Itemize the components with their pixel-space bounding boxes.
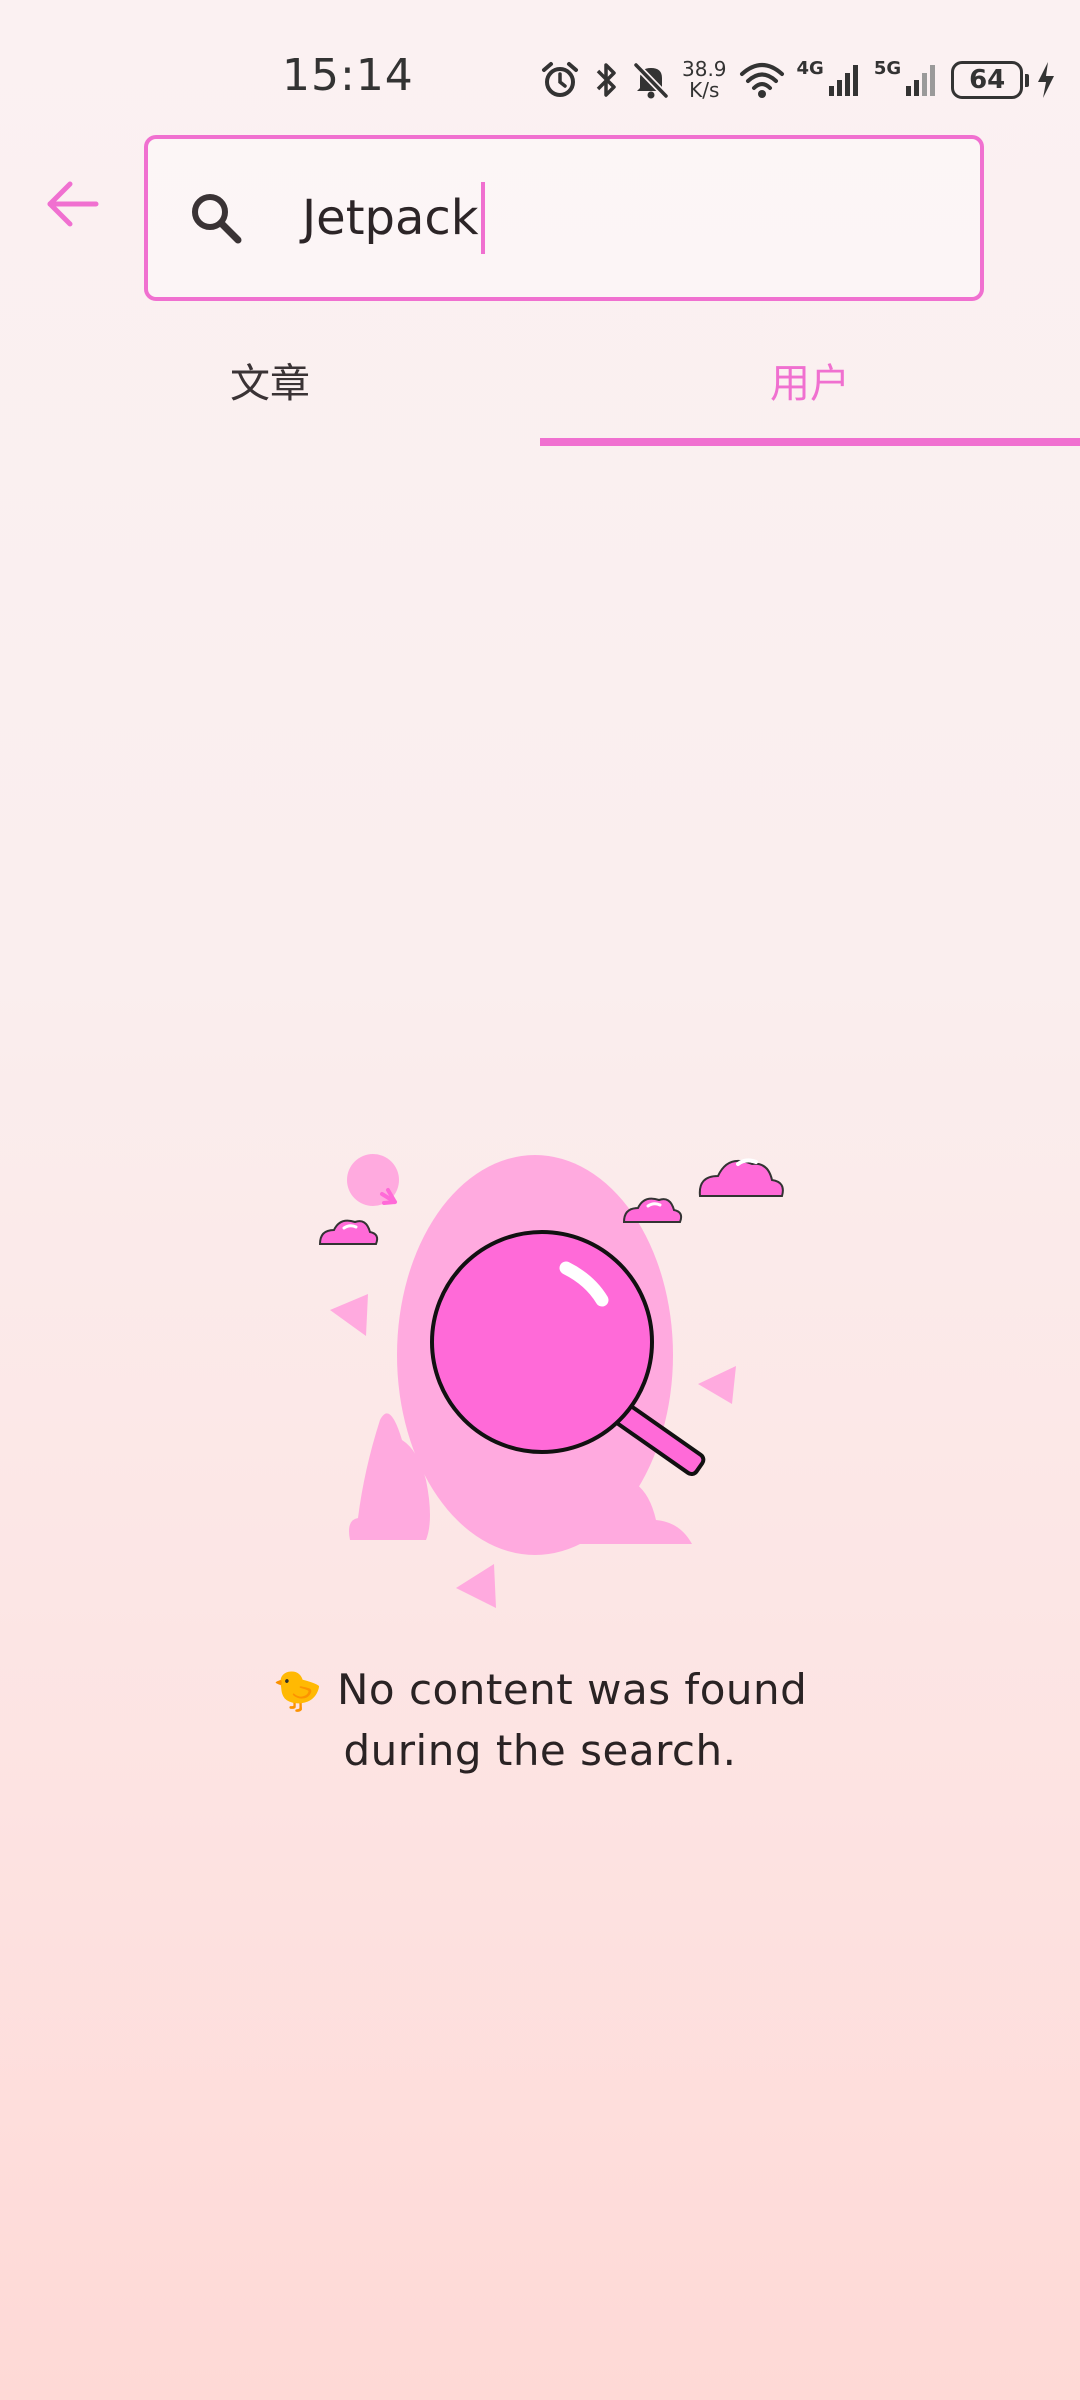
- battery-level: 64: [969, 65, 1006, 95]
- triangle-bottom: [456, 1564, 496, 1608]
- signal-5g-icon: [905, 62, 939, 98]
- cloud-left-icon: [318, 1219, 379, 1245]
- empty-message-line1: 🐤 No content was found: [190, 1660, 890, 1721]
- charging-icon: [1035, 60, 1057, 100]
- bluetooth-icon: [592, 60, 620, 100]
- wifi-icon: [739, 60, 785, 100]
- text-cursor: [480, 182, 485, 254]
- triangle-left: [330, 1294, 368, 1336]
- network-speed-value: 38.9: [682, 57, 727, 81]
- empty-message-text1: No content was found: [336, 1665, 808, 1714]
- signal-4g-icon: [828, 62, 862, 98]
- network-speed-unit: K/s: [689, 78, 720, 102]
- search-icon: [186, 188, 246, 248]
- alarm-icon: [540, 60, 580, 100]
- empty-state-message: 🐤 No content was found during the search.: [190, 1660, 890, 1781]
- status-icons: 38.9 K/s 4G 5G 64: [540, 54, 1057, 106]
- tab-users[interactable]: 用户: [540, 320, 1080, 440]
- tab-indicator: [540, 438, 1080, 446]
- status-bar: 15:14 38.9 K/s 4G 5G 64: [0, 0, 1080, 130]
- triangle-right: [698, 1366, 736, 1404]
- status-time: 15:14: [282, 50, 414, 101]
- arrow-left-icon: [44, 176, 100, 236]
- tab-articles[interactable]: 文章: [0, 320, 540, 440]
- network-4g-label: 4G: [796, 58, 824, 79]
- network-5g-label: 5G: [873, 58, 902, 79]
- empty-message-line2: during the search.: [343, 1726, 737, 1775]
- battery-indicator: 64: [951, 61, 1030, 99]
- search-input[interactable]: Jetpack: [302, 182, 485, 254]
- back-button[interactable]: [36, 170, 108, 242]
- search-query: Jetpack: [302, 190, 479, 246]
- empty-search-illustration: [300, 1140, 800, 1620]
- tab-bar: 文章 用户: [0, 320, 1080, 448]
- mute-icon: [632, 60, 670, 100]
- magnifier-lens: [430, 1230, 654, 1454]
- search-box[interactable]: Jetpack: [144, 135, 984, 301]
- cloud-middle-icon: [622, 1197, 683, 1223]
- chick-icon: 🐤: [272, 1668, 323, 1714]
- cloud-right-icon: [698, 1158, 784, 1197]
- network-speed: 38.9 K/s: [682, 59, 727, 101]
